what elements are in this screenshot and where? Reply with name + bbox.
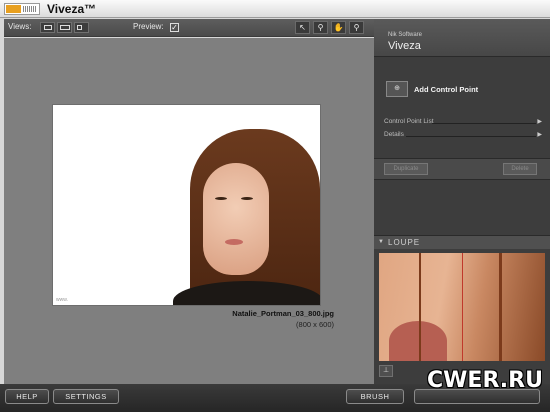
photo-credit-icon: www. [56, 297, 68, 303]
control-point-list-section[interactable]: Control Point List ▶ [384, 118, 542, 128]
watermark-logo: CWER.RU [427, 368, 543, 393]
hand-tool-button[interactable]: ✋ [331, 21, 346, 34]
chevron-right-icon: ▶ [537, 132, 542, 138]
views-label: Views: [8, 22, 32, 31]
loupe-hair-strand [499, 253, 502, 361]
side-by-side-view-icon [77, 25, 82, 30]
details-section[interactable]: Details ▶ [384, 131, 542, 141]
photo-face [203, 163, 269, 275]
duplicate-button[interactable]: Duplicate [384, 163, 428, 175]
section-title: Control Point List [384, 118, 434, 125]
split-view-button[interactable] [57, 22, 72, 33]
file-dimensions: (800 x 600) [296, 320, 334, 329]
add-control-point-label: Add Control Point [414, 85, 479, 94]
file-name: Natalie_Portman_03_800.jpg [232, 309, 334, 318]
zoom-tool-button[interactable]: ⚲ [313, 21, 328, 34]
section-title: Details [384, 131, 404, 138]
add-control-point-button[interactable]: ⊕ [386, 81, 408, 97]
pointer-tool-button[interactable]: ↖ [295, 21, 310, 34]
preview-checkbox[interactable]: ✓ [170, 23, 179, 32]
loupe-header[interactable]: ▼ LOUPE [374, 235, 550, 249]
section-divider [406, 136, 536, 137]
brush-button[interactable]: BRUSH [346, 389, 404, 404]
delete-button[interactable]: Delete [503, 163, 537, 175]
panel-header: Nik Software Viveza [374, 19, 550, 57]
photo-lips [225, 239, 243, 245]
control-point-tool-button[interactable]: ⚲ [349, 21, 364, 34]
title-bar: Viveza™ [0, 0, 550, 18]
loupe-split-line [462, 253, 463, 361]
pin-icon[interactable]: ⊥ [379, 365, 393, 377]
split-view-icon [60, 25, 70, 30]
chevron-down-icon: ▼ [378, 239, 384, 245]
loupe-label: LOUPE [388, 238, 421, 247]
app-title: Viveza™ [47, 2, 97, 16]
control-panel: Nik Software Viveza ⊕ Add Control Point … [374, 19, 550, 384]
photo-eye-right [241, 197, 253, 200]
side-by-side-view-button[interactable] [74, 22, 89, 33]
chevron-right-icon: ▶ [537, 119, 542, 125]
nik-logo [4, 3, 40, 15]
single-view-button[interactable] [40, 22, 55, 33]
toolbar: Views: Preview: ✓ ↖ ⚲ ✋ ⚲ [4, 19, 374, 37]
logo-text-icon [23, 6, 37, 12]
loupe-hair-strand [419, 253, 421, 361]
vendor-label: Nik Software [388, 32, 423, 38]
photo-eye-left [215, 197, 227, 200]
preview-label: Preview: [133, 22, 164, 31]
loupe-view [379, 253, 545, 361]
preview-image[interactable]: www. [52, 104, 321, 306]
loupe-lips [389, 321, 447, 361]
single-view-icon [44, 25, 52, 30]
help-button[interactable]: HELP [5, 389, 49, 404]
settings-button[interactable]: SETTINGS [53, 389, 119, 404]
logo-mark-icon [6, 5, 21, 13]
control-point-actions: Duplicate Delete [374, 158, 550, 180]
product-name: Viveza [388, 40, 421, 52]
section-divider [432, 123, 536, 124]
preview-canvas[interactable]: www. Natalie_Portman_03_800.jpg (800 x 6… [4, 38, 374, 384]
